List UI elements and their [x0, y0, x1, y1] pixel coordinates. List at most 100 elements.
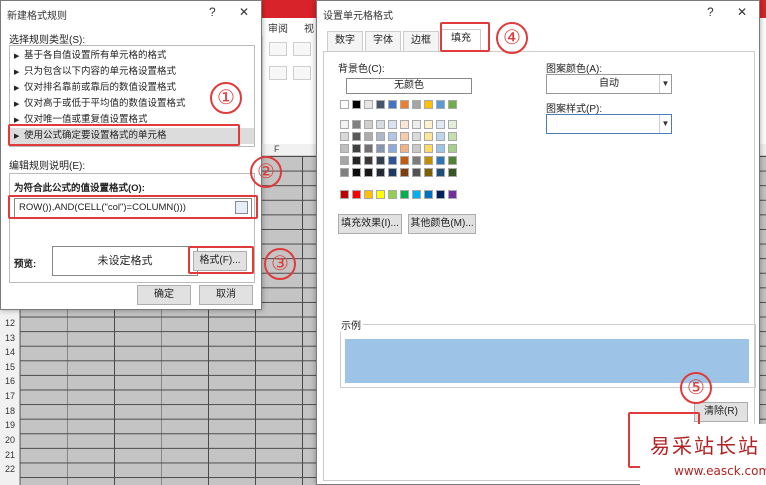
- color-swatch[interactable]: [352, 120, 361, 129]
- row-number[interactable]: 16: [0, 376, 20, 386]
- color-swatch[interactable]: [424, 190, 433, 199]
- row-number[interactable]: 19: [0, 420, 20, 430]
- color-swatch[interactable]: [340, 100, 349, 109]
- ribbon-button[interactable]: [293, 42, 311, 56]
- ribbon-button[interactable]: [269, 66, 287, 80]
- row-number[interactable]: 12: [0, 318, 20, 328]
- color-swatch[interactable]: [352, 100, 361, 109]
- color-swatch[interactable]: [400, 168, 409, 177]
- color-swatch[interactable]: [424, 156, 433, 165]
- color-swatch[interactable]: [340, 190, 349, 199]
- close-icon[interactable]: ✕: [239, 5, 249, 19]
- color-swatch[interactable]: [448, 120, 457, 129]
- color-swatch[interactable]: [364, 190, 373, 199]
- color-swatch[interactable]: [376, 120, 385, 129]
- color-swatch[interactable]: [376, 190, 385, 199]
- color-swatch[interactable]: [376, 144, 385, 153]
- color-swatch[interactable]: [448, 156, 457, 165]
- color-swatch[interactable]: [412, 100, 421, 109]
- color-swatch[interactable]: [412, 156, 421, 165]
- column-letter-f[interactable]: F: [274, 144, 280, 154]
- row-number[interactable]: 18: [0, 406, 20, 416]
- color-swatch[interactable]: [400, 156, 409, 165]
- color-swatch[interactable]: [364, 120, 373, 129]
- color-swatch[interactable]: [436, 168, 445, 177]
- row-number[interactable]: 15: [0, 362, 20, 372]
- ribbon-tab-view[interactable]: 视: [304, 20, 314, 35]
- color-swatch[interactable]: [436, 190, 445, 199]
- color-swatch[interactable]: [436, 144, 445, 153]
- color-swatch[interactable]: [400, 100, 409, 109]
- color-swatch[interactable]: [364, 144, 373, 153]
- color-swatch[interactable]: [448, 132, 457, 141]
- color-swatch[interactable]: [448, 100, 457, 109]
- color-swatch[interactable]: [388, 132, 397, 141]
- color-swatch[interactable]: [340, 120, 349, 129]
- ok-button[interactable]: 确定: [137, 285, 191, 305]
- row-number[interactable]: 22: [0, 464, 20, 474]
- color-swatch[interactable]: [364, 132, 373, 141]
- color-swatch[interactable]: [436, 120, 445, 129]
- color-swatch[interactable]: [424, 132, 433, 141]
- more-colors-button[interactable]: 其他颜色(M)...: [408, 214, 476, 234]
- color-swatch[interactable]: [448, 168, 457, 177]
- color-swatch[interactable]: [340, 156, 349, 165]
- list-item[interactable]: ▶ 基于各自值设置所有单元格的格式: [10, 48, 254, 64]
- color-swatch[interactable]: [352, 190, 361, 199]
- color-swatch[interactable]: [388, 156, 397, 165]
- ribbon-button[interactable]: [293, 66, 311, 80]
- list-item[interactable]: ▶ 只为包含以下内容的单元格设置格式: [10, 64, 254, 80]
- color-swatch[interactable]: [340, 144, 349, 153]
- color-swatch[interactable]: [352, 132, 361, 141]
- close-icon[interactable]: ✕: [737, 5, 747, 19]
- fill-effects-button[interactable]: 填充效果(I)...: [338, 214, 402, 234]
- color-swatch[interactable]: [352, 156, 361, 165]
- color-swatch[interactable]: [412, 190, 421, 199]
- row-number[interactable]: 14: [0, 347, 20, 357]
- color-swatch[interactable]: [424, 144, 433, 153]
- color-swatch[interactable]: [448, 190, 457, 199]
- color-swatch[interactable]: [340, 168, 349, 177]
- color-swatch[interactable]: [340, 132, 349, 141]
- color-swatch[interactable]: [352, 144, 361, 153]
- color-swatch[interactable]: [412, 168, 421, 177]
- row-number[interactable]: 20: [0, 435, 20, 445]
- tab-number[interactable]: 数字: [327, 31, 363, 51]
- color-swatch[interactable]: [424, 120, 433, 129]
- pattern-color-select[interactable]: 自动 ▼: [546, 74, 672, 94]
- color-swatch[interactable]: [376, 156, 385, 165]
- no-color-button[interactable]: 无颜色: [346, 78, 472, 94]
- color-swatch[interactable]: [376, 100, 385, 109]
- tab-border[interactable]: 边框: [403, 31, 439, 51]
- color-swatch[interactable]: [436, 132, 445, 141]
- color-swatch[interactable]: [388, 144, 397, 153]
- color-swatch[interactable]: [448, 144, 457, 153]
- help-button[interactable]: ?: [707, 5, 714, 19]
- color-swatch[interactable]: [400, 120, 409, 129]
- color-swatch[interactable]: [400, 132, 409, 141]
- row-number[interactable]: 13: [0, 333, 20, 343]
- color-swatch[interactable]: [400, 190, 409, 199]
- clear-button[interactable]: 清除(R): [694, 402, 748, 422]
- color-swatch[interactable]: [412, 132, 421, 141]
- color-swatch[interactable]: [412, 144, 421, 153]
- color-swatch[interactable]: [388, 168, 397, 177]
- color-swatch[interactable]: [352, 168, 361, 177]
- color-swatch[interactable]: [364, 156, 373, 165]
- color-swatch[interactable]: [388, 100, 397, 109]
- color-swatch[interactable]: [364, 168, 373, 177]
- color-swatch[interactable]: [424, 168, 433, 177]
- ribbon-tab-review[interactable]: 审阅: [268, 20, 288, 35]
- color-swatch[interactable]: [436, 100, 445, 109]
- color-swatch[interactable]: [424, 100, 433, 109]
- color-swatch[interactable]: [376, 132, 385, 141]
- row-number[interactable]: 21: [0, 450, 20, 460]
- color-swatch[interactable]: [376, 168, 385, 177]
- color-swatch[interactable]: [436, 156, 445, 165]
- row-number[interactable]: 17: [0, 391, 20, 401]
- help-button[interactable]: ?: [209, 5, 216, 19]
- color-swatch[interactable]: [412, 120, 421, 129]
- color-swatch[interactable]: [400, 144, 409, 153]
- color-swatch[interactable]: [364, 100, 373, 109]
- color-swatch[interactable]: [388, 120, 397, 129]
